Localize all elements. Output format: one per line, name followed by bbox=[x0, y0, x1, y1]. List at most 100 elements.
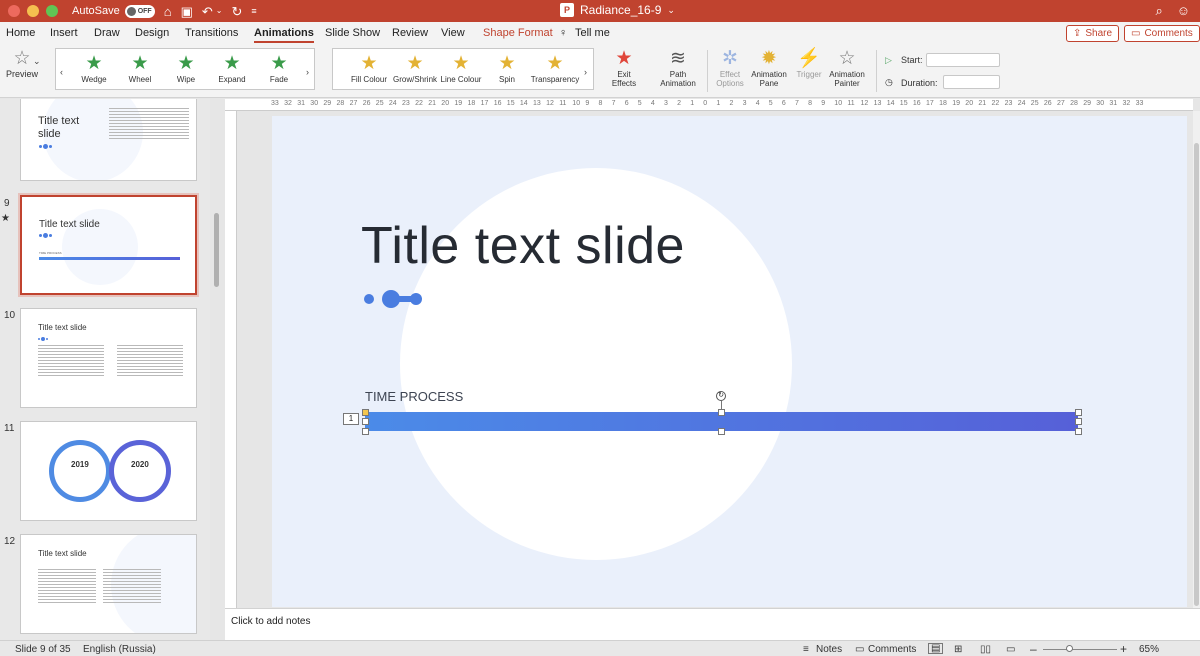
search-icon[interactable]: ⌕ bbox=[1155, 3, 1162, 19]
tell-me-icon: ♀ bbox=[559, 27, 568, 39]
resize-handle[interactable] bbox=[718, 409, 725, 416]
resize-handle[interactable] bbox=[1075, 428, 1082, 435]
star-red-icon: ★ bbox=[615, 48, 633, 69]
rotate-handle-icon[interactable]: ↻ bbox=[716, 391, 726, 401]
trigger-button[interactable]: ⚡ Trigger bbox=[792, 48, 826, 79]
effect-wheel[interactable]: ★ Wheel bbox=[120, 53, 160, 84]
tab-draw[interactable]: Draw bbox=[94, 27, 120, 39]
slide-scrollbar[interactable] bbox=[1193, 111, 1200, 608]
resize-handle[interactable] bbox=[362, 428, 369, 435]
effect-fade[interactable]: ★ Fade bbox=[259, 53, 299, 84]
ruler-tick-label: 7 bbox=[795, 100, 799, 107]
ruler-tick-label: 26 bbox=[362, 100, 371, 107]
tell-me-box[interactable]: Tell me bbox=[575, 27, 610, 39]
tab-review[interactable]: Review bbox=[392, 27, 428, 39]
home-icon[interactable]: ⌂ bbox=[164, 5, 172, 18]
zoom-slider-track[interactable] bbox=[1043, 649, 1117, 650]
resize-handle[interactable] bbox=[1075, 418, 1082, 425]
duration-stepper[interactable] bbox=[943, 75, 1000, 89]
gallery-right-arrow[interactable]: › bbox=[306, 67, 309, 77]
tab-animations[interactable]: Animations bbox=[254, 27, 314, 43]
slide-thumbnail-selected[interactable]: Title text slide TIME PROCESS bbox=[18, 193, 199, 297]
current-slide[interactable]: Title text slide TIME PROCESS bbox=[272, 116, 1187, 607]
share-button[interactable]: ⇪ Share bbox=[1066, 25, 1120, 42]
slide-thumbnail[interactable]: Title text slide bbox=[20, 99, 197, 181]
effect-line-colour[interactable]: ★ Line Colour bbox=[439, 53, 483, 84]
normal-view-icon[interactable]: ▤ bbox=[928, 643, 944, 654]
time-process-label[interactable]: TIME PROCESS bbox=[365, 389, 463, 404]
effect-wipe[interactable]: ★ Wipe bbox=[166, 53, 206, 84]
notes-button[interactable]: Notes bbox=[816, 644, 842, 655]
slide-show-icon[interactable]: ▭ bbox=[1006, 644, 1015, 655]
effect-fill-colour[interactable]: ★ Fill Colour bbox=[347, 53, 391, 84]
tab-home[interactable]: Home bbox=[6, 27, 35, 39]
effect-expand[interactable]: ★ Expand bbox=[212, 53, 252, 84]
animation-painter-button[interactable]: ☆ Animation Painter bbox=[826, 48, 868, 88]
ruler-tick-label: 6 bbox=[781, 100, 786, 107]
start-select[interactable] bbox=[926, 53, 1000, 67]
ruler-tick-label: 33 bbox=[1135, 100, 1144, 107]
exit-effects-button[interactable]: ★ Exit Effects bbox=[604, 48, 644, 88]
star-gold-icon: ★ bbox=[360, 53, 378, 74]
star-green-icon: ★ bbox=[223, 53, 241, 74]
zoom-out-icon[interactable]: – bbox=[1030, 642, 1037, 656]
animation-order-tag[interactable]: 1 bbox=[343, 413, 359, 425]
redo-icon[interactable]: ↻ bbox=[231, 5, 242, 18]
gallery-left-arrow[interactable]: ‹ bbox=[60, 67, 63, 77]
resize-handle[interactable] bbox=[1075, 409, 1082, 416]
account-icon[interactable]: ☺ bbox=[1177, 3, 1190, 19]
minimize-window-button[interactable] bbox=[27, 5, 39, 17]
zoom-level[interactable]: 65% bbox=[1139, 644, 1159, 655]
undo-dropdown-icon[interactable]: ⌄ bbox=[216, 7, 223, 15]
ruler-tick-label: 10 bbox=[834, 100, 843, 107]
autosave-toggle[interactable]: OFF bbox=[124, 4, 155, 18]
document-title[interactable]: P Radiance_16-9 ⌄ bbox=[560, 3, 675, 17]
star-green-icon: ★ bbox=[85, 53, 103, 74]
effect-options-button[interactable]: ✲ Effect Options bbox=[712, 48, 748, 88]
animation-pane-icon: ✹ bbox=[761, 48, 777, 69]
slide-thumbnail[interactable]: 2019 2020 bbox=[20, 421, 197, 521]
slide-title[interactable]: Title text slide bbox=[361, 216, 685, 276]
zoom-window-button[interactable] bbox=[46, 5, 58, 17]
undo-icon[interactable]: ↶ bbox=[202, 5, 213, 18]
slide-thumbnail[interactable]: Title text slide bbox=[20, 534, 197, 634]
resize-handle[interactable] bbox=[718, 428, 725, 435]
ruler-tick-label: 13 bbox=[533, 100, 541, 107]
slide-thumbnail[interactable]: Title text slide bbox=[20, 308, 197, 408]
tab-design[interactable]: Design bbox=[135, 27, 169, 39]
comments-status-button[interactable]: Comments bbox=[868, 644, 916, 655]
preview-dropdown-icon[interactable]: ⌄ bbox=[33, 56, 41, 67]
animation-pane-button[interactable]: ✹ Animation Pane bbox=[749, 48, 789, 88]
tab-view[interactable]: View bbox=[441, 27, 465, 39]
tab-transitions[interactable]: Transitions bbox=[185, 27, 238, 39]
tab-shape-format[interactable]: Shape Format bbox=[483, 27, 553, 39]
ruler-tick-label: 31 bbox=[297, 100, 305, 107]
notes-pane[interactable]: Click to add notes bbox=[225, 608, 1200, 640]
ruler-tick-label: 27 bbox=[349, 100, 358, 107]
close-window-button[interactable] bbox=[8, 5, 20, 17]
gallery-right-arrow[interactable]: › bbox=[584, 67, 587, 77]
star-outline-icon: ☆ bbox=[838, 48, 856, 69]
effect-spin[interactable]: ★ Spin bbox=[485, 53, 529, 84]
language-indicator[interactable]: English (Russia) bbox=[83, 644, 156, 655]
ruler-tick-label: 4 bbox=[650, 100, 655, 107]
tab-slide-show[interactable]: Slide Show bbox=[325, 27, 380, 39]
resize-handle[interactable] bbox=[362, 418, 369, 425]
animation-marker-icon: ★ bbox=[1, 213, 10, 224]
effect-wedge[interactable]: ★ Wedge bbox=[74, 53, 114, 84]
path-animation-button[interactable]: ≋ Path Animation bbox=[655, 48, 701, 88]
slide-sorter-icon[interactable]: ⊞ bbox=[954, 644, 962, 655]
tab-insert[interactable]: Insert bbox=[50, 27, 78, 39]
zoom-in-icon[interactable]: + bbox=[1120, 642, 1127, 656]
effect-transparency[interactable]: ★ Transparency bbox=[529, 53, 581, 84]
ruler-tick-label: 7 bbox=[611, 100, 616, 107]
customize-toolbar-icon[interactable]: ≡ bbox=[251, 6, 256, 16]
ruler-tick-label: 15 bbox=[899, 100, 908, 107]
zoom-slider-knob[interactable] bbox=[1066, 645, 1073, 652]
reading-view-icon[interactable]: ▯▯ bbox=[980, 644, 991, 655]
effect-grow-shrink[interactable]: ★ Grow/Shrink bbox=[393, 53, 437, 84]
save-icon[interactable]: ▣ bbox=[181, 5, 193, 18]
thumbnails-scrollbar[interactable] bbox=[214, 213, 219, 287]
comments-button[interactable]: ▭ Comments bbox=[1124, 25, 1200, 42]
resize-handle[interactable] bbox=[362, 409, 369, 416]
